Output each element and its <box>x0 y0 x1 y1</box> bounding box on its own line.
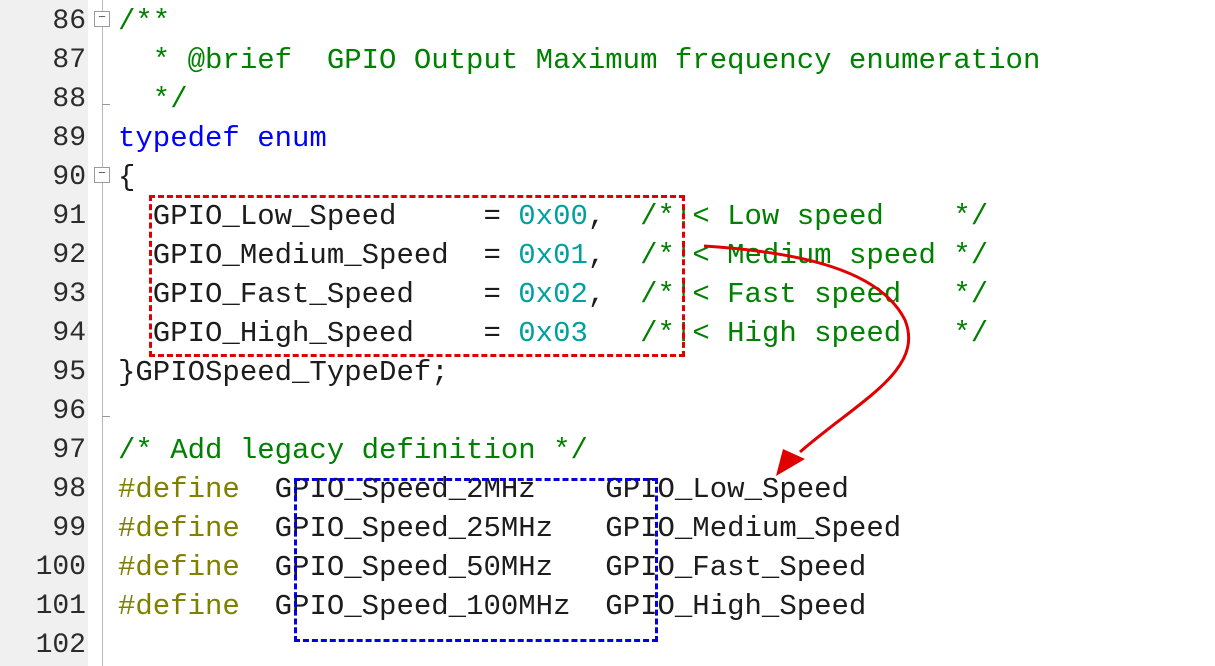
mapping-arrow-head <box>776 449 805 476</box>
code-editor[interactable]: 86−/** 87 * @brief GPIO Output Maximum fr… <box>0 0 1215 666</box>
mapping-arrow <box>703 244 911 476</box>
mapping-arrow-curve <box>703 244 911 454</box>
